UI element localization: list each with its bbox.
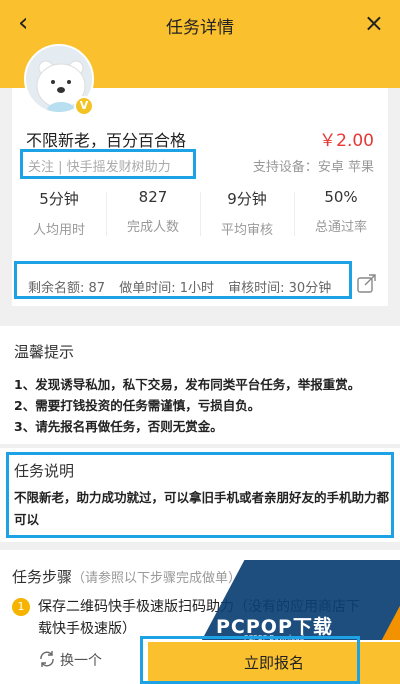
task-title: 不限新老，百分百合格 [26, 131, 187, 150]
tip-item: 3、请先报名再做任务，否则无赏金。 [14, 419, 223, 434]
refresh-button[interactable]: 换一个 [38, 650, 102, 670]
highlight-box-signup [140, 636, 360, 684]
stat-pass-rate: 50% 总通过率 [294, 180, 388, 242]
task-price: ￥2.00 [319, 131, 374, 151]
verified-badge-icon: V [74, 96, 94, 116]
stat-value: 50% [324, 188, 358, 206]
stat-label: 人均用时 [32, 223, 85, 238]
highlight-box-tags [20, 149, 196, 179]
step-number: 1 [12, 598, 30, 616]
stat-label: 总通过率 [314, 220, 367, 235]
refresh-label: 换一个 [60, 653, 102, 669]
top-bar: ‹ 任务详情 × [0, 0, 400, 48]
stat-value: 5分钟 [39, 190, 79, 208]
stat-label: 完成人数 [126, 220, 179, 235]
supported-devices: 支持设备：安卓 苹果 [252, 160, 374, 175]
stats-row: 5分钟 人均用时 827 完成人数 9分钟 平均审核 50% 总通过率 [12, 180, 388, 244]
refresh-icon [40, 651, 54, 667]
steps-title: 任务步骤（请参照以下步骤完成做单） [12, 566, 241, 587]
page-title: 任务详情 [166, 18, 234, 38]
stat-avg-time: 5分钟 人均用时 [12, 180, 106, 242]
tips-title: 温馨提示 [14, 343, 75, 361]
share-icon[interactable] [356, 272, 378, 294]
steps-subtitle: （请参照以下步骤完成做单） [72, 571, 242, 586]
tip-item: 1、发现诱导私加，私下交易，发布同类平台任务，举报重赏。 [14, 377, 361, 392]
stat-avg-review: 9分钟 平均审核 [200, 180, 294, 242]
tip-item: 2、需要打钱投资的任务需谨慎，亏损自负。 [14, 398, 261, 413]
stat-value: 9分钟 [227, 190, 267, 208]
highlight-box-info [14, 261, 352, 299]
close-icon[interactable]: × [364, 10, 384, 36]
stat-value: 827 [138, 188, 168, 206]
highlight-box-description [6, 452, 394, 538]
steps-title-text: 任务步骤 [12, 568, 73, 586]
stat-completed: 827 完成人数 [106, 180, 200, 242]
stat-label: 平均审核 [220, 223, 273, 238]
